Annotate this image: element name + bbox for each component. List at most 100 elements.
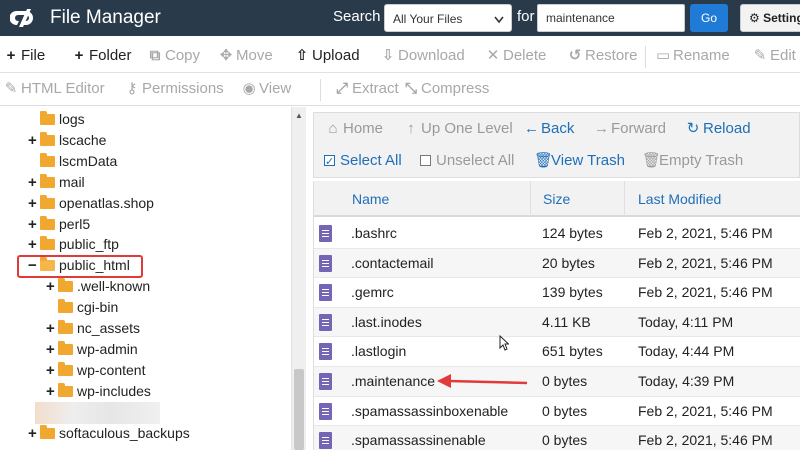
tree-item[interactable]: + lscache xyxy=(28,130,106,150)
file-last-modified: Today, 4:39 PM xyxy=(638,373,735,389)
tree-item[interactable]: + openatlas.shop xyxy=(28,193,154,213)
edit-icon: ✎ xyxy=(753,47,767,64)
tree-item-label: wp-content xyxy=(77,361,146,378)
table-row[interactable]: .gemrc 139 bytes Feb 2, 2021, 5:46 PM xyxy=(314,278,800,308)
folder-icon xyxy=(40,424,55,439)
up-one-level-label: Up One Level xyxy=(421,120,513,137)
download-button[interactable]: ⇩ Download xyxy=(381,40,465,72)
table-row[interactable]: .last.inodes 4.11 KB Today, 4:11 PM xyxy=(314,307,800,338)
reload-button[interactable]: ↻ Reload xyxy=(686,118,751,140)
home-button[interactable]: ⌂ Home xyxy=(326,118,383,140)
edit-button[interactable]: ✎ Edit xyxy=(753,40,796,72)
table-row[interactable]: .bashrc 124 bytes Feb 2, 2021, 5:46 PM xyxy=(314,219,800,249)
go-button[interactable]: Go xyxy=(690,4,728,32)
table-row[interactable]: .maintenance 0 bytes Today, 4:39 PM xyxy=(314,367,800,397)
folder-label: Folder xyxy=(89,47,132,64)
tree-item[interactable]: + perl5 xyxy=(28,214,90,234)
file-size: 20 bytes xyxy=(542,254,595,271)
column-header-last-modified[interactable]: Last Modified xyxy=(638,181,721,217)
folder-icon xyxy=(58,299,73,314)
expand-icon[interactable]: + xyxy=(28,235,40,255)
upload-button[interactable]: ⇧ Upload xyxy=(295,40,360,72)
file-icon xyxy=(319,373,332,390)
expand-icon[interactable]: + xyxy=(28,424,40,444)
tree-item[interactable]: lscmData xyxy=(28,151,117,171)
extract-button[interactable]: ⤢ Extract xyxy=(335,73,399,105)
expand-icon[interactable]: + xyxy=(46,277,58,297)
expand-icon[interactable]: + xyxy=(28,194,40,214)
select-all-label: Select All xyxy=(340,152,402,169)
table-row[interactable]: .lastlogin 651 bytes Today, 4:44 PM xyxy=(314,337,800,367)
folder-icon xyxy=(40,111,55,125)
file-size: 651 bytes xyxy=(542,343,603,360)
settings-button[interactable]: ⚙ Setting xyxy=(740,4,800,32)
move-label: Move xyxy=(236,47,273,64)
column-header-size[interactable]: Size xyxy=(543,181,570,217)
file-last-modified: Feb 2, 2021, 5:46 PM xyxy=(638,402,773,419)
rename-button[interactable]: ▭ Rename xyxy=(656,40,730,72)
tree-item[interactable]: + .well-known xyxy=(46,276,150,296)
tree-item[interactable]: + nc_assets xyxy=(46,318,140,338)
table-row[interactable]: .spamassassinboxenable 0 bytes Feb 2, 2021… xyxy=(314,397,800,427)
compress-button[interactable]: ⤡ Compress xyxy=(404,73,489,105)
tree-item[interactable]: logs xyxy=(28,109,85,129)
scroll-up-icon[interactable]: ▲ xyxy=(295,111,303,120)
table-row[interactable]: .spamassassinenable 0 bytes Feb 2, 2021, 5… xyxy=(314,426,800,450)
tree-item-label: wp-admin xyxy=(77,340,138,357)
tree-item[interactable]: + wp-admin xyxy=(46,339,138,359)
scrollbar-thumb[interactable] xyxy=(294,369,304,450)
file-size: 124 bytes xyxy=(542,225,603,241)
search-scope-select[interactable]: All Your Files xyxy=(384,4,512,32)
view-trash-button[interactable]: 🗑View Trash xyxy=(534,150,625,172)
blurred-folder xyxy=(35,402,160,424)
expand-icon[interactable]: + xyxy=(28,215,40,235)
copy-button[interactable]: ⧉ Copy xyxy=(148,40,200,72)
html-editor-button[interactable]: ✎ HTML Editor xyxy=(4,73,105,105)
move-button[interactable]: ✥ Move xyxy=(219,40,273,72)
tree-item[interactable]: + public_ftp xyxy=(28,234,119,254)
file-button[interactable]: + File xyxy=(4,40,46,72)
cpanel-logo-icon xyxy=(10,9,33,27)
expand-icon[interactable]: + xyxy=(46,361,58,381)
download-label: Download xyxy=(398,47,465,64)
file-label: File xyxy=(21,47,46,64)
home-label: Home xyxy=(343,120,384,137)
column-header-name[interactable]: Name xyxy=(352,181,389,217)
expand-icon[interactable]: + xyxy=(28,131,40,151)
collapse-icon[interactable]: − xyxy=(28,256,40,276)
tree-item-label: perl5 xyxy=(59,215,91,232)
delete-button[interactable]: ✕ Delete xyxy=(486,40,547,72)
empty-trash-button[interactable]: 🗑Empty Trash xyxy=(642,150,743,172)
forward-button[interactable]: → Forward xyxy=(594,118,666,140)
restore-button[interactable]: ↺ Restore xyxy=(568,40,638,72)
select-all-button[interactable]: Select All xyxy=(324,150,402,173)
permissions-button[interactable]: ⚷ Permissions xyxy=(125,73,224,105)
upload-label: Upload xyxy=(312,47,360,64)
view-button[interactable]: ◉ View xyxy=(242,73,291,105)
expand-icon[interactable]: + xyxy=(28,173,40,193)
search-scope-value: All Your Files xyxy=(393,12,463,26)
edit-label: Edit xyxy=(770,47,796,64)
expand-icon[interactable]: + xyxy=(46,382,58,402)
search-label: Search xyxy=(333,8,381,25)
unselect-all-button[interactable]: Unselect All xyxy=(420,150,514,172)
tree-item[interactable]: cgi-bin xyxy=(46,297,118,317)
tree-item[interactable]: − public_html xyxy=(28,255,130,275)
table-row[interactable]: .contactemail 20 bytes Feb 2, 2021, 5:46 P… xyxy=(314,248,800,279)
folder-icon xyxy=(40,152,55,167)
tree-item[interactable]: + wp-content xyxy=(46,360,145,380)
folder-button[interactable]: + Folder xyxy=(72,40,132,72)
back-button[interactable]: ← Back xyxy=(524,118,574,140)
file-last-modified: Feb 2, 2021, 5:46 PM xyxy=(638,284,773,301)
expand-icon[interactable]: + xyxy=(46,319,58,339)
expand-icon[interactable]: + xyxy=(46,340,58,360)
file-name: .spamassassinboxenable xyxy=(351,402,509,419)
column-divider xyxy=(624,181,625,217)
search-input[interactable] xyxy=(537,4,685,32)
up-one-level-button[interactable]: ↑ Up One Level xyxy=(404,118,513,140)
file-name: .contactemail xyxy=(351,254,434,271)
tree-item[interactable]: + wp-includes xyxy=(46,381,151,401)
tree-scrollbar[interactable]: ▲ xyxy=(291,107,306,450)
tree-item[interactable]: + softaculous_backups xyxy=(28,423,190,443)
tree-item[interactable]: + mail xyxy=(28,172,85,192)
